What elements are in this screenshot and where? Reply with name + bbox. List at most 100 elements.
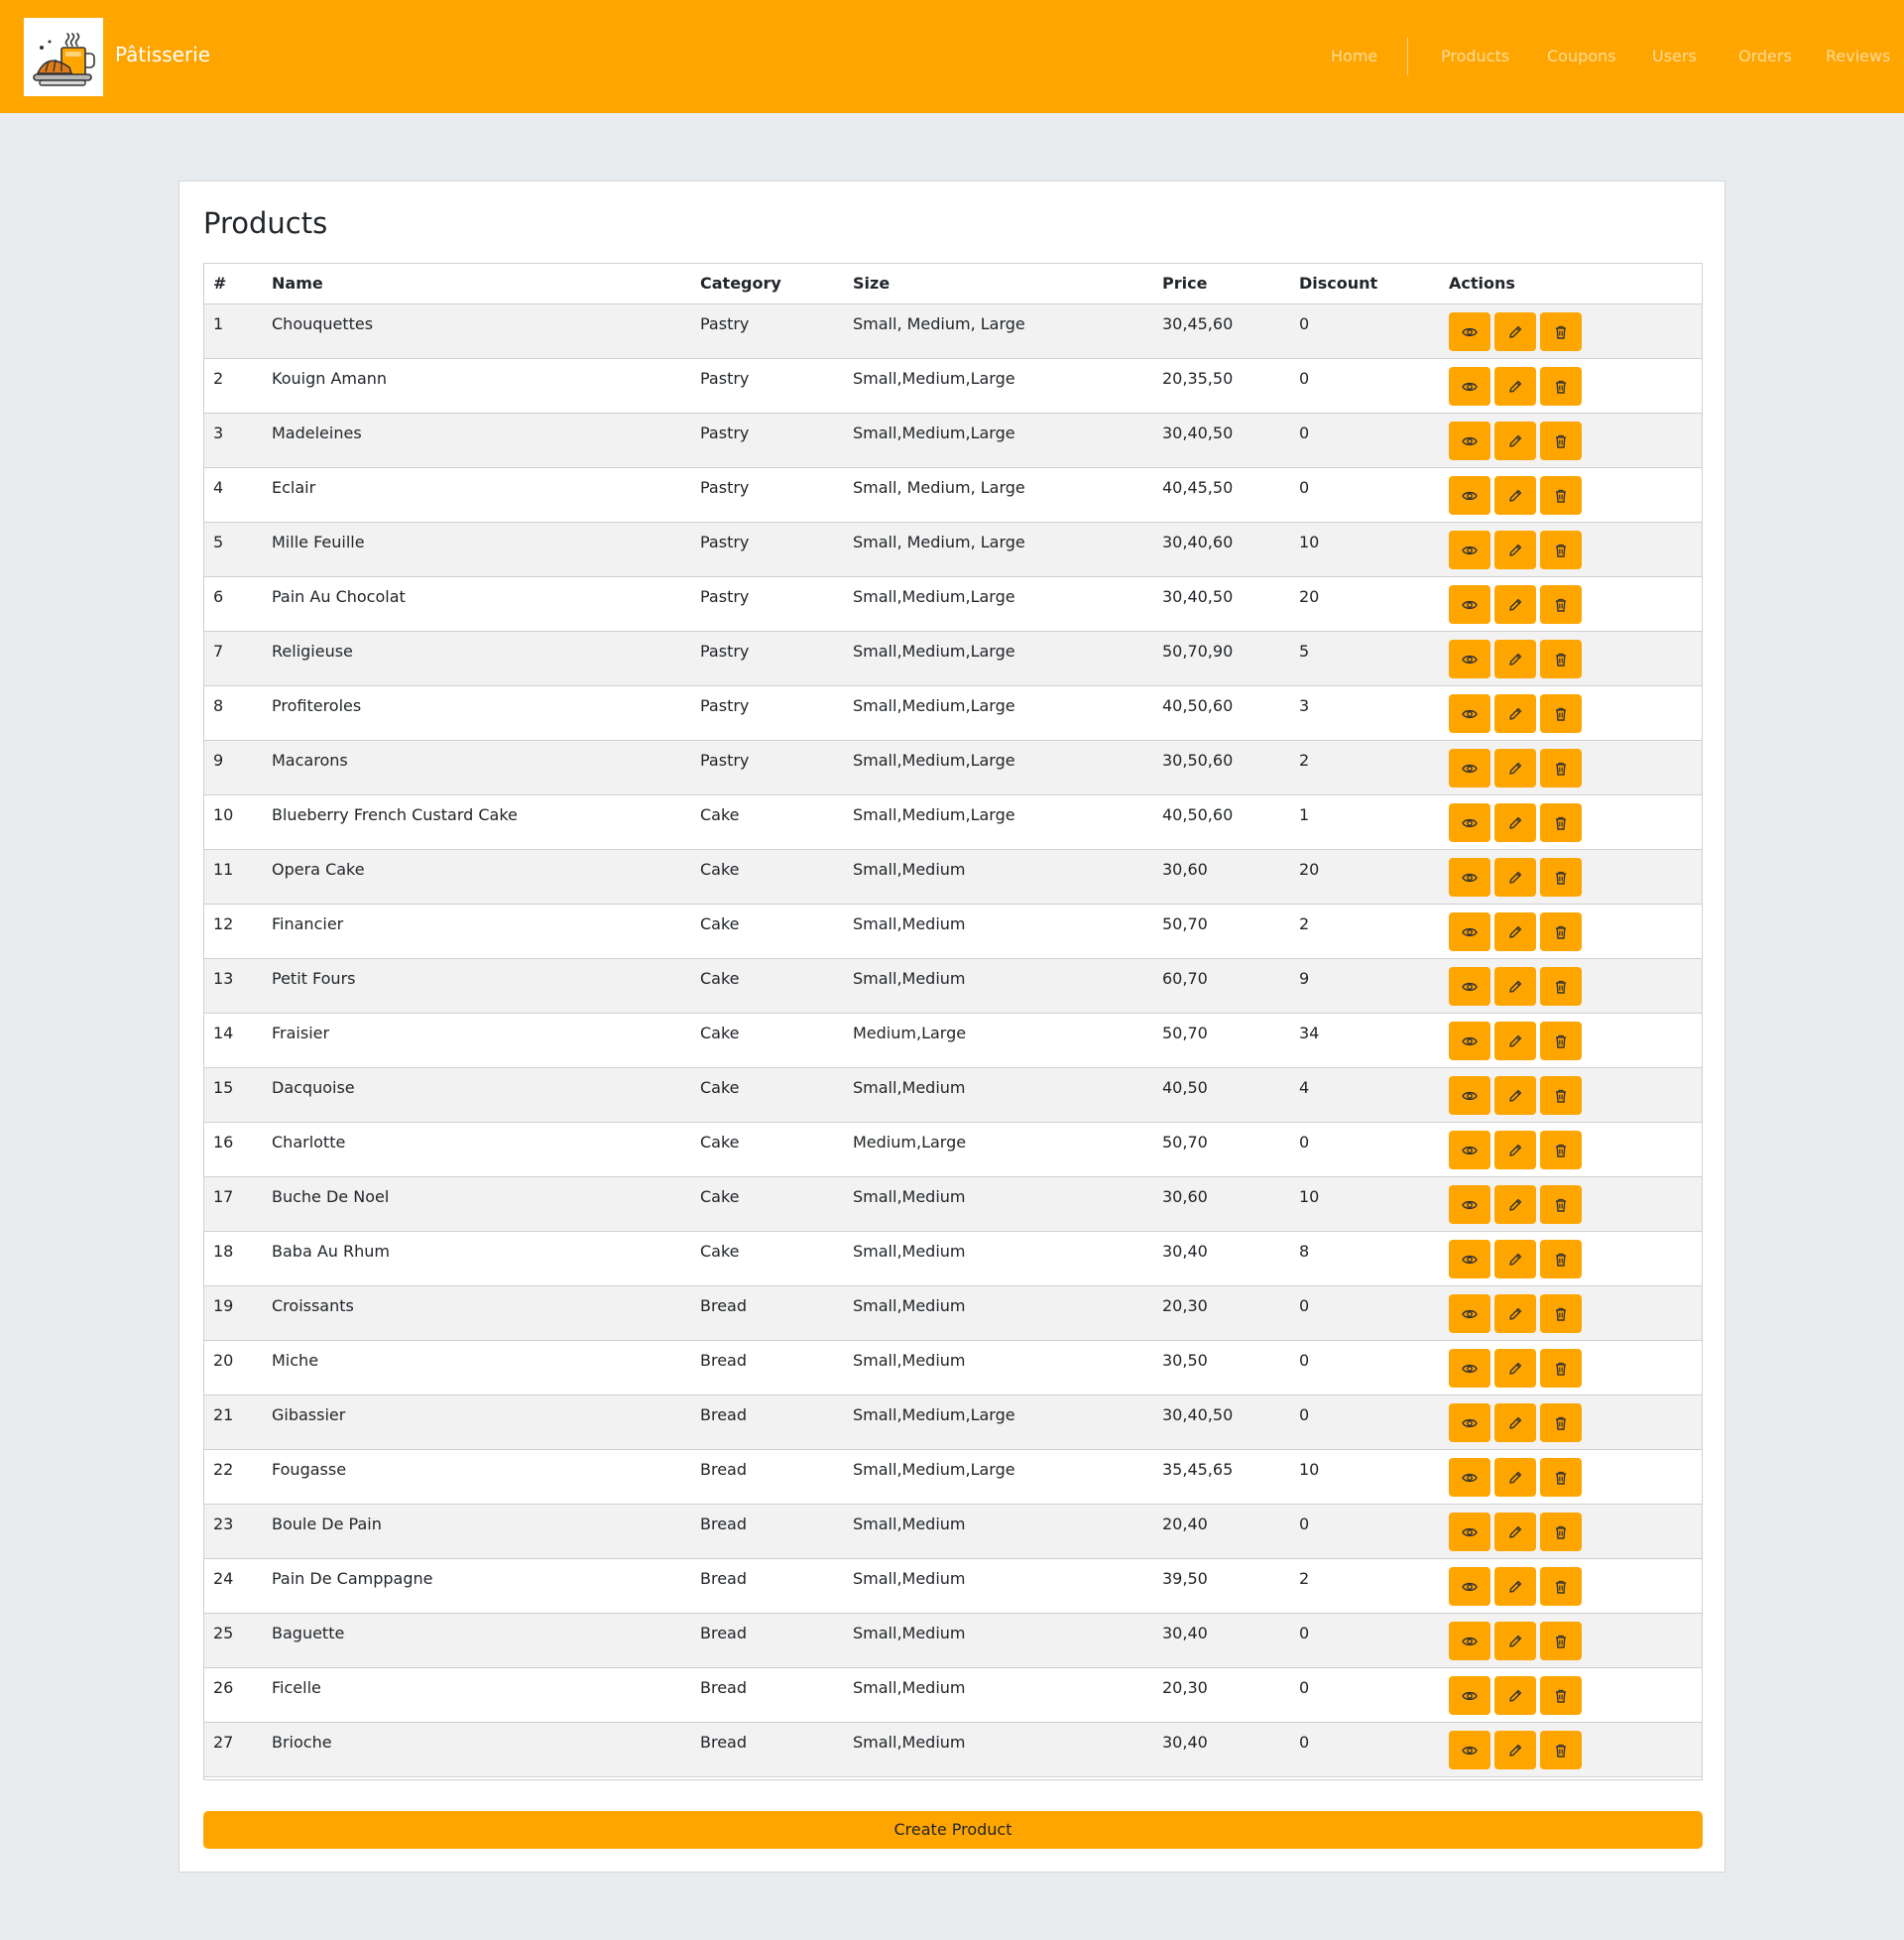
edit-button[interactable] xyxy=(1494,1240,1536,1278)
view-button[interactable] xyxy=(1449,476,1490,515)
edit-button[interactable] xyxy=(1494,1294,1536,1333)
nav-orders[interactable]: Orders xyxy=(1738,45,1792,68)
view-button[interactable] xyxy=(1449,1185,1490,1224)
edit-button[interactable] xyxy=(1494,531,1536,569)
delete-button[interactable] xyxy=(1540,422,1582,460)
delete-button[interactable] xyxy=(1540,1622,1582,1660)
delete-button[interactable] xyxy=(1540,1185,1582,1224)
delete-button[interactable] xyxy=(1540,1349,1582,1388)
delete-button[interactable] xyxy=(1540,367,1582,406)
view-button[interactable] xyxy=(1449,1403,1490,1442)
delete-button[interactable] xyxy=(1540,531,1582,569)
view-button[interactable] xyxy=(1449,1240,1490,1278)
view-button[interactable] xyxy=(1449,1131,1490,1169)
product-discount: 20 xyxy=(1299,587,1320,606)
view-button[interactable] xyxy=(1449,1294,1490,1333)
delete-button[interactable] xyxy=(1540,640,1582,678)
view-button[interactable] xyxy=(1449,803,1490,842)
view-button[interactable] xyxy=(1449,1567,1490,1606)
delete-button[interactable] xyxy=(1540,585,1582,624)
nav-coupons[interactable]: Coupons xyxy=(1547,45,1616,68)
edit-button[interactable] xyxy=(1494,640,1536,678)
view-button[interactable] xyxy=(1449,1076,1490,1115)
edit-button[interactable] xyxy=(1494,1731,1536,1769)
view-button[interactable] xyxy=(1449,1622,1490,1660)
delete-button[interactable] xyxy=(1540,967,1582,1006)
delete-button[interactable] xyxy=(1540,1131,1582,1169)
view-button[interactable] xyxy=(1449,312,1490,351)
delete-button[interactable] xyxy=(1540,912,1582,951)
delete-button[interactable] xyxy=(1540,476,1582,515)
delete-button[interactable] xyxy=(1540,858,1582,897)
trash-icon xyxy=(1556,1307,1566,1321)
product-name: Chouquettes xyxy=(272,314,374,333)
table-row: 23 Boule De Pain Bread Small,Medium 20,40 0 xyxy=(204,1505,1702,1559)
nav-home[interactable]: Home xyxy=(1331,45,1377,68)
edit-button[interactable] xyxy=(1494,1676,1536,1715)
edit-button[interactable] xyxy=(1494,1076,1536,1115)
view-button[interactable] xyxy=(1449,1349,1490,1388)
edit-button[interactable] xyxy=(1494,585,1536,624)
view-button[interactable] xyxy=(1449,1513,1490,1551)
edit-button[interactable] xyxy=(1494,1403,1536,1442)
edit-button[interactable] xyxy=(1494,312,1536,351)
nav-reviews[interactable]: Reviews xyxy=(1826,45,1890,68)
view-button[interactable] xyxy=(1449,1022,1490,1060)
view-button[interactable] xyxy=(1449,858,1490,897)
edit-button[interactable] xyxy=(1494,1185,1536,1224)
view-button[interactable] xyxy=(1449,1676,1490,1715)
delete-button[interactable] xyxy=(1540,1731,1582,1769)
product-name: Charlotte xyxy=(272,1133,346,1152)
delete-button[interactable] xyxy=(1540,1240,1582,1278)
edit-button[interactable] xyxy=(1494,803,1536,842)
delete-button[interactable] xyxy=(1540,803,1582,842)
view-button[interactable] xyxy=(1449,585,1490,624)
edit-button[interactable] xyxy=(1494,1349,1536,1388)
nav-users[interactable]: Users xyxy=(1652,45,1697,68)
edit-button[interactable] xyxy=(1494,858,1536,897)
edit-button[interactable] xyxy=(1494,1567,1536,1606)
edit-button[interactable] xyxy=(1494,1622,1536,1660)
edit-button[interactable] xyxy=(1494,749,1536,788)
delete-button[interactable] xyxy=(1540,694,1582,733)
delete-button[interactable] xyxy=(1540,1676,1582,1715)
edit-button[interactable] xyxy=(1494,367,1536,406)
view-button[interactable] xyxy=(1449,749,1490,788)
delete-button[interactable] xyxy=(1540,1076,1582,1115)
view-button[interactable] xyxy=(1449,531,1490,569)
view-button[interactable] xyxy=(1449,694,1490,733)
eye-icon xyxy=(1462,1364,1478,1373)
delete-button[interactable] xyxy=(1540,1513,1582,1551)
delete-button[interactable] xyxy=(1540,1403,1582,1442)
delete-button[interactable] xyxy=(1540,1294,1582,1333)
delete-button[interactable] xyxy=(1540,1567,1582,1606)
edit-button[interactable] xyxy=(1494,1458,1536,1497)
view-button[interactable] xyxy=(1449,967,1490,1006)
brand-logo-icon[interactable] xyxy=(24,18,103,96)
product-name: Miche xyxy=(272,1351,319,1370)
edit-button[interactable] xyxy=(1494,912,1536,951)
table-row: 13 Petit Fours Cake Small,Medium 60,70 9 xyxy=(204,959,1702,1014)
view-button[interactable] xyxy=(1449,422,1490,460)
product-discount: 9 xyxy=(1299,969,1310,988)
view-button[interactable] xyxy=(1449,912,1490,951)
edit-button[interactable] xyxy=(1494,967,1536,1006)
view-button[interactable] xyxy=(1449,1731,1490,1769)
delete-button[interactable] xyxy=(1540,312,1582,351)
view-button[interactable] xyxy=(1449,1458,1490,1497)
create-product-button[interactable]: Create Product xyxy=(203,1811,1703,1849)
view-button[interactable] xyxy=(1449,640,1490,678)
delete-button[interactable] xyxy=(1540,1458,1582,1497)
edit-button[interactable] xyxy=(1494,476,1536,515)
delete-button[interactable] xyxy=(1540,749,1582,788)
edit-button[interactable] xyxy=(1494,1022,1536,1060)
delete-button[interactable] xyxy=(1540,1022,1582,1060)
edit-button[interactable] xyxy=(1494,422,1536,460)
edit-button[interactable] xyxy=(1494,694,1536,733)
product-size: Small,Medium xyxy=(853,1187,966,1206)
nav-products[interactable]: Products xyxy=(1441,45,1509,68)
edit-button[interactable] xyxy=(1494,1131,1536,1169)
view-button[interactable] xyxy=(1449,367,1490,406)
brand-name[interactable]: Pâtisserie xyxy=(115,40,210,69)
edit-button[interactable] xyxy=(1494,1513,1536,1551)
